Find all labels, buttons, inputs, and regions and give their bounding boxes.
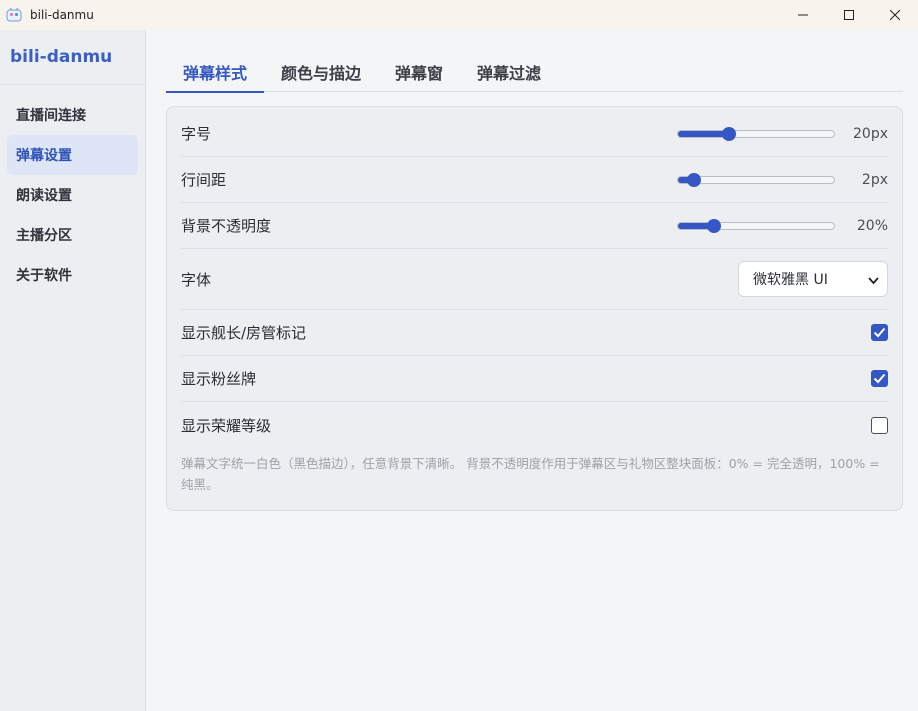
close-icon bbox=[890, 10, 900, 20]
app-icon bbox=[6, 7, 22, 23]
line-spacing-slider-thumb[interactable] bbox=[686, 172, 701, 187]
font-select-value: 微软雅黑 UI bbox=[753, 272, 828, 288]
bg-opacity-slider-group: 20% bbox=[677, 218, 888, 234]
checkmark-icon bbox=[871, 370, 888, 387]
font-row: 字体 微软雅黑 UI bbox=[181, 249, 888, 310]
font-size-row: 字号 20px bbox=[181, 111, 888, 157]
font-select[interactable]: 微软雅黑 UI bbox=[738, 261, 888, 297]
line-spacing-row: 行间距 2px bbox=[181, 157, 888, 203]
font-label: 字体 bbox=[181, 270, 212, 289]
bg-opacity-slider[interactable] bbox=[677, 218, 835, 233]
show-medal-row: 显示粉丝牌 bbox=[181, 356, 888, 402]
font-size-slider-group: 20px bbox=[677, 126, 888, 142]
line-spacing-value: 2px bbox=[861, 171, 888, 188]
line-spacing-slider-group: 2px bbox=[677, 172, 888, 188]
sidebar-brand: bili-danmu bbox=[0, 30, 145, 85]
window-title: bili-danmu bbox=[30, 8, 94, 22]
bg-opacity-row: 背景不透明度 20% bbox=[181, 203, 888, 249]
minimize-button[interactable] bbox=[780, 0, 826, 30]
sidebar-item-about[interactable]: 关于软件 bbox=[7, 255, 138, 295]
sidebar-nav: 直播间连接 弹幕设置 朗读设置 主播分区 关于软件 bbox=[0, 85, 145, 295]
window-controls bbox=[780, 0, 918, 30]
show-honor-label: 显示荣耀等级 bbox=[181, 416, 272, 435]
sidebar-item-danmu-settings[interactable]: 弹幕设置 bbox=[7, 135, 138, 175]
font-size-slider-thumb[interactable] bbox=[722, 126, 737, 141]
tab-danmu-filter[interactable]: 弹幕过滤 bbox=[460, 52, 558, 92]
bg-opacity-slider-thumb[interactable] bbox=[706, 218, 721, 233]
minimize-icon bbox=[798, 10, 808, 20]
title-bar: bili-danmu bbox=[0, 0, 918, 30]
font-size-slider[interactable] bbox=[677, 126, 835, 141]
show-honor-row: 显示荣耀等级 bbox=[181, 402, 888, 448]
font-size-label: 字号 bbox=[181, 125, 212, 143]
bg-opacity-value: 20% bbox=[856, 217, 888, 234]
sidebar-item-room-connect[interactable]: 直播间连接 bbox=[7, 95, 138, 135]
line-spacing-label: 行间距 bbox=[181, 171, 227, 189]
chevron-down-icon bbox=[868, 274, 879, 290]
show-medal-checkbox[interactable] bbox=[871, 370, 888, 387]
line-spacing-slider[interactable] bbox=[677, 172, 835, 187]
close-button[interactable] bbox=[872, 0, 918, 30]
tab-color-stroke[interactable]: 颜色与描边 bbox=[264, 52, 378, 92]
bg-opacity-label: 背景不透明度 bbox=[181, 217, 272, 235]
font-size-value: 20px bbox=[853, 125, 888, 142]
show-guard-label: 显示舰长/房管标记 bbox=[181, 324, 307, 342]
maximize-icon bbox=[844, 10, 854, 20]
tab-danmu-window[interactable]: 弹幕窗 bbox=[378, 52, 460, 92]
show-guard-row: 显示舰长/房管标记 bbox=[181, 310, 888, 356]
tab-danmu-style[interactable]: 弹幕样式 bbox=[166, 52, 265, 93]
tab-bar: 弹幕样式 颜色与描边 弹幕窗 弹幕过滤 bbox=[166, 52, 903, 93]
maximize-button[interactable] bbox=[826, 0, 872, 30]
sidebar-item-tts-settings[interactable]: 朗读设置 bbox=[7, 175, 138, 215]
show-guard-checkbox[interactable] bbox=[871, 324, 888, 341]
settings-panel: 字号 20px 行间距 2px 背景不透明度 20% 字体 微软雅黑 UI 显示… bbox=[166, 106, 903, 511]
sidebar-item-streamer-category[interactable]: 主播分区 bbox=[7, 215, 138, 255]
main-content: 弹幕样式 颜色与描边 弹幕窗 弹幕过滤 字号 20px 行间距 2px 背景不透… bbox=[147, 30, 918, 711]
checkmark-icon bbox=[871, 324, 888, 341]
show-medal-label: 显示粉丝牌 bbox=[181, 370, 257, 388]
settings-hint: 弹幕文字统一白色（黑色描边），任意背景下清晰。 背景不透明度作用于弹幕区与礼物区… bbox=[181, 456, 880, 492]
sidebar: bili-danmu 直播间连接 弹幕设置 朗读设置 主播分区 关于软件 bbox=[0, 30, 146, 711]
show-honor-checkbox[interactable] bbox=[871, 416, 888, 434]
